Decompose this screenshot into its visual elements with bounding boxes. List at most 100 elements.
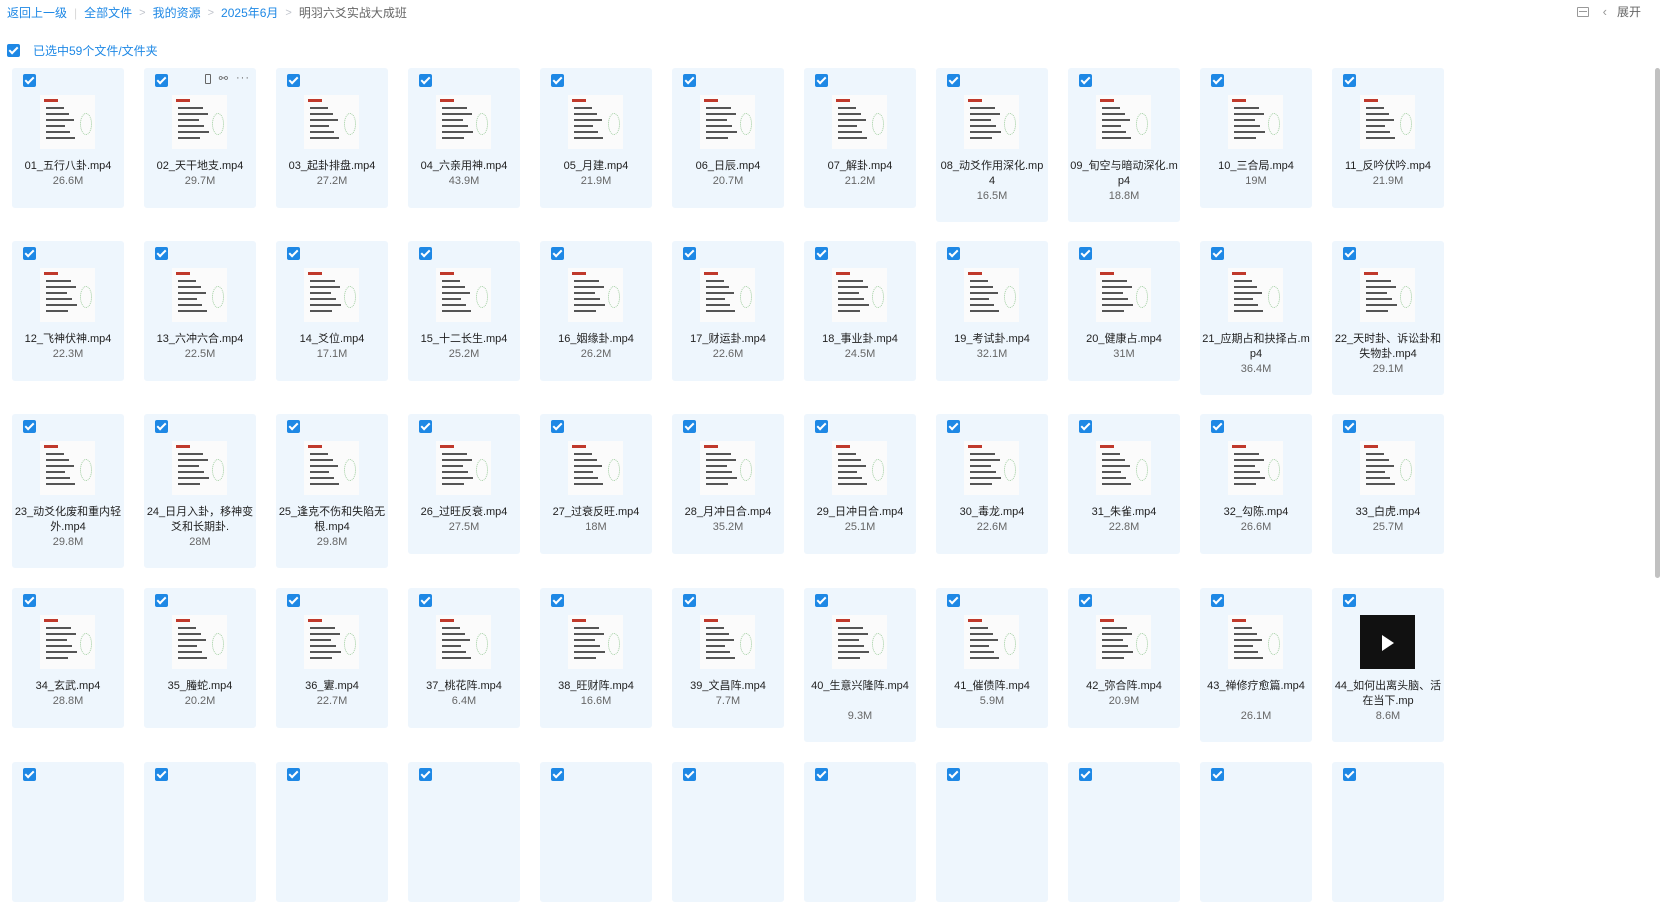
file-card[interactable] bbox=[1200, 762, 1312, 902]
file-card[interactable]: 28_月冲日合.mp4 35.2M bbox=[672, 414, 784, 554]
file-checkbox[interactable] bbox=[1211, 594, 1224, 607]
file-checkbox[interactable] bbox=[683, 768, 696, 781]
file-checkbox[interactable] bbox=[1211, 247, 1224, 260]
file-checkbox[interactable] bbox=[815, 247, 828, 260]
file-checkbox[interactable] bbox=[815, 74, 828, 87]
phone-icon[interactable] bbox=[204, 74, 211, 84]
file-card[interactable] bbox=[144, 762, 256, 902]
file-card[interactable]: 39_文昌阵.mp4 7.7M bbox=[672, 588, 784, 728]
file-checkbox[interactable] bbox=[23, 594, 36, 607]
file-card[interactable]: 21_应期占和抉择占.mp4 36.4M bbox=[1200, 241, 1312, 395]
file-card[interactable]: ⚯ ··· 02_天干地支.mp4 29.7M bbox=[144, 68, 256, 208]
file-card[interactable] bbox=[12, 762, 124, 902]
file-checkbox[interactable] bbox=[947, 594, 960, 607]
file-card[interactable]: 07_解卦.mp4 21.2M bbox=[804, 68, 916, 208]
file-card[interactable]: 09_旬空与暗动深化.mp4 18.8M bbox=[1068, 68, 1180, 222]
file-card[interactable]: 33_白虎.mp4 25.7M bbox=[1332, 414, 1444, 554]
file-card[interactable]: 19_考试卦.mp4 32.1M bbox=[936, 241, 1048, 381]
file-card[interactable] bbox=[1068, 762, 1180, 902]
file-card[interactable]: 26_过旺反衰.mp4 27.5M bbox=[408, 414, 520, 554]
file-checkbox[interactable] bbox=[1211, 74, 1224, 87]
file-checkbox[interactable] bbox=[683, 594, 696, 607]
file-card[interactable]: 40_生意兴隆阵.mp4 9.3M bbox=[804, 588, 916, 742]
file-checkbox[interactable] bbox=[419, 247, 432, 260]
file-card[interactable] bbox=[672, 762, 784, 902]
file-checkbox[interactable] bbox=[815, 420, 828, 433]
file-checkbox[interactable] bbox=[1343, 420, 1356, 433]
file-card[interactable]: 24_日月入卦，移神变爻和长期卦. 28M bbox=[144, 414, 256, 568]
file-card[interactable]: 08_动爻作用深化.mp4 16.5M bbox=[936, 68, 1048, 222]
file-card[interactable]: 42_弥合阵.mp4 20.9M bbox=[1068, 588, 1180, 728]
file-card[interactable] bbox=[276, 762, 388, 902]
file-checkbox[interactable] bbox=[1211, 420, 1224, 433]
file-card[interactable]: 36_寠.mp4 22.7M bbox=[276, 588, 388, 728]
file-checkbox[interactable] bbox=[287, 74, 300, 87]
file-checkbox[interactable] bbox=[1079, 768, 1092, 781]
file-card[interactable]: 12_飞神伏神.mp4 22.3M bbox=[12, 241, 124, 381]
file-card[interactable]: 23_动爻化废和重内轻外.mp4 29.8M bbox=[12, 414, 124, 568]
file-card[interactable]: 04_六亲用神.mp4 43.9M bbox=[408, 68, 520, 208]
file-checkbox[interactable] bbox=[23, 768, 36, 781]
file-card[interactable]: 06_日辰.mp4 20.7M bbox=[672, 68, 784, 208]
file-checkbox[interactable] bbox=[1343, 74, 1356, 87]
file-card[interactable]: 14_爻位.mp4 17.1M bbox=[276, 241, 388, 381]
file-card[interactable]: 22_天时卦、诉讼卦和失物卦.mp4 29.1M bbox=[1332, 241, 1444, 395]
file-checkbox[interactable] bbox=[551, 594, 564, 607]
file-checkbox[interactable] bbox=[683, 420, 696, 433]
file-checkbox[interactable] bbox=[287, 594, 300, 607]
file-card[interactable]: 10_三合局.mp4 19M bbox=[1200, 68, 1312, 208]
file-checkbox[interactable] bbox=[419, 768, 432, 781]
file-card[interactable]: 11_反吟伏吟.mp4 21.9M bbox=[1332, 68, 1444, 208]
file-checkbox[interactable] bbox=[947, 74, 960, 87]
file-checkbox[interactable] bbox=[1079, 594, 1092, 607]
file-card[interactable] bbox=[1332, 762, 1444, 902]
file-checkbox[interactable] bbox=[287, 247, 300, 260]
file-checkbox[interactable] bbox=[419, 594, 432, 607]
file-card[interactable]: 29_日冲日合.mp4 25.1M bbox=[804, 414, 916, 554]
file-card[interactable]: 05_月建.mp4 21.9M bbox=[540, 68, 652, 208]
file-card[interactable] bbox=[540, 762, 652, 902]
file-card[interactable]: 30_毒龙.mp4 22.6M bbox=[936, 414, 1048, 554]
file-checkbox[interactable] bbox=[551, 420, 564, 433]
file-checkbox[interactable] bbox=[947, 247, 960, 260]
file-card[interactable]: 25_逢克不伤和失陷无根.mp4 29.8M bbox=[276, 414, 388, 568]
file-card[interactable]: 37_桃花阵.mp4 6.4M bbox=[408, 588, 520, 728]
file-checkbox[interactable] bbox=[287, 420, 300, 433]
file-card[interactable]: 41_催债阵.mp4 5.9M bbox=[936, 588, 1048, 728]
file-checkbox[interactable] bbox=[815, 594, 828, 607]
file-checkbox[interactable] bbox=[551, 768, 564, 781]
file-checkbox[interactable] bbox=[419, 420, 432, 433]
file-card[interactable]: 16_姻缘卦.mp4 26.2M bbox=[540, 241, 652, 381]
file-checkbox[interactable] bbox=[1343, 247, 1356, 260]
file-checkbox[interactable] bbox=[155, 420, 168, 433]
file-checkbox[interactable] bbox=[155, 74, 168, 87]
file-card[interactable] bbox=[936, 762, 1048, 902]
file-checkbox[interactable] bbox=[1079, 247, 1092, 260]
file-card[interactable]: 20_健康占.mp4 31M bbox=[1068, 241, 1180, 381]
file-card[interactable]: 01_五行八卦.mp4 26.6M bbox=[12, 68, 124, 208]
file-card[interactable]: 32_勾陈.mp4 26.6M bbox=[1200, 414, 1312, 554]
file-checkbox[interactable] bbox=[1211, 768, 1224, 781]
file-card[interactable]: 38_旺财阵.mp4 16.6M bbox=[540, 588, 652, 728]
file-card[interactable] bbox=[804, 762, 916, 902]
file-checkbox[interactable] bbox=[551, 74, 564, 87]
more-icon[interactable]: ··· bbox=[236, 73, 250, 84]
file-card[interactable]: 44_如何出离头脑、活在当下.mp 8.6M bbox=[1332, 588, 1444, 742]
file-card[interactable]: 31_朱雀.mp4 22.8M bbox=[1068, 414, 1180, 554]
file-checkbox[interactable] bbox=[947, 420, 960, 433]
file-card[interactable]: 35_螣蛇.mp4 20.2M bbox=[144, 588, 256, 728]
file-card[interactable]: 18_事业卦.mp4 24.5M bbox=[804, 241, 916, 381]
file-card[interactable]: 15_十二长生.mp4 25.2M bbox=[408, 241, 520, 381]
file-checkbox[interactable] bbox=[155, 247, 168, 260]
file-checkbox[interactable] bbox=[1079, 74, 1092, 87]
file-checkbox[interactable] bbox=[551, 247, 564, 260]
file-card[interactable]: 13_六冲六合.mp4 22.5M bbox=[144, 241, 256, 381]
file-checkbox[interactable] bbox=[155, 594, 168, 607]
file-checkbox[interactable] bbox=[1343, 768, 1356, 781]
file-checkbox[interactable] bbox=[947, 768, 960, 781]
file-checkbox[interactable] bbox=[419, 74, 432, 87]
file-card[interactable]: 27_过衰反旺.mp4 18M bbox=[540, 414, 652, 554]
share-icon[interactable]: ⚯ bbox=[219, 74, 228, 85]
file-checkbox[interactable] bbox=[683, 74, 696, 87]
file-checkbox[interactable] bbox=[287, 768, 300, 781]
